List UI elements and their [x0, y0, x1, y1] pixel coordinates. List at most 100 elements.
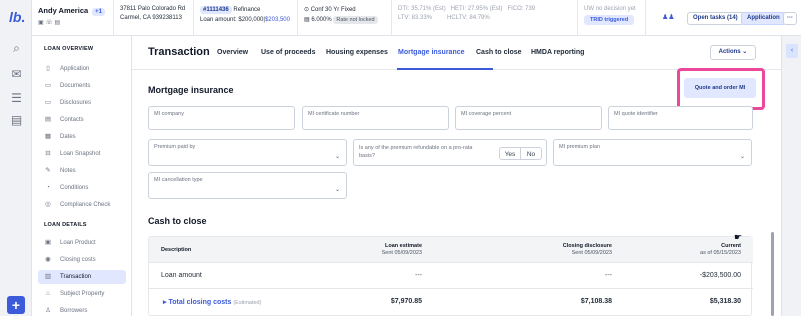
dti: DTI: 35.71% [398, 6, 432, 12]
sidebar-item-borrowers[interactable]: ♙ Borrowers [38, 304, 126, 316]
loan-id[interactable]: #1111436 [200, 6, 232, 14]
table-row: Loan amount --- --- -$203,500.00 [149, 263, 753, 289]
application-button[interactable]: Application [741, 12, 786, 25]
co-borrower-badge[interactable]: +1 [92, 8, 105, 16]
row-loan-estimate: $7,970.85 [390, 298, 422, 305]
expand-row-label[interactable]: ▸ Total closing costs (Estimated) [163, 298, 261, 306]
product-icon: ⊙ [304, 7, 311, 13]
list-icon[interactable]: ☰ [10, 92, 23, 105]
mi-cancellation-select[interactable]: MI cancellation type ⌄ [148, 172, 347, 199]
refundable-question-label: Is any of the premium refundable on a pr… [359, 145, 473, 159]
sidebar-item-contacts[interactable]: ▤ Contacts [38, 113, 126, 127]
sidebar-item-loan-product[interactable]: ▣ Loan Product [38, 236, 126, 250]
sidebar-item-icon: ▥ [44, 273, 52, 280]
loan-header: Andy America +1 ▣ ☏ ▤ 37811 Palo Colorado… [32, 0, 801, 36]
collapse-panel-icon[interactable]: ‹ [786, 44, 798, 58]
row-note: (Estimated) [233, 300, 262, 306]
sidebar-item-documents[interactable]: ▭ Documents [38, 79, 126, 93]
tab-housing-expenses[interactable]: Housing expenses [326, 49, 388, 56]
sidebar-item-icon: ⊟ [45, 150, 51, 157]
tab-mortgage-insurance[interactable]: Mortgage insurance [398, 49, 465, 56]
mortgage-insurance-title: Mortgage insurance [148, 85, 234, 95]
document-icon[interactable]: ▤ [10, 114, 23, 127]
tab-overview[interactable]: Overview [217, 49, 248, 56]
open-tasks-button[interactable]: Open tasks (14) [687, 12, 744, 25]
mi-certificate-label: MI certificate number [308, 111, 360, 117]
transaction-tabs: Transaction Overview Use of proceeds Hou… [132, 36, 781, 70]
sidebar-item-compliance-check[interactable]: ◎ Compliance Check [38, 198, 126, 212]
sidebar-item-dates[interactable]: ▦ Dates [38, 130, 126, 144]
fico: FICO: 739 [507, 6, 536, 12]
sidebar-item-disclosures[interactable]: ▭ Disclosures [38, 96, 126, 110]
sidebar-item-conditions[interactable]: ◔ Conditions [38, 181, 126, 195]
sidebar-item-label: Compliance Check [60, 202, 111, 208]
inbox-icon[interactable]: ✉ [10, 68, 23, 81]
uw-status: UW no decision yet [584, 6, 636, 12]
borrower-name[interactable]: Andy America [38, 6, 88, 15]
loan-amount-link[interactable]: $203,500 [265, 17, 290, 23]
col-loan-estimate-label: Loan estimate [385, 243, 422, 249]
sidebar-item-subject-property[interactable]: ⌂ Subject Property [38, 287, 126, 301]
sidebar-item-label: Contacts [60, 117, 84, 123]
sidebar-item-icon: ▤ [44, 116, 52, 123]
trid-badge[interactable]: TRID triggered [584, 15, 635, 25]
tab-use-of-proceeds[interactable]: Use of proceeds [261, 49, 315, 56]
address-line2: Carmel, CA 939238113 [120, 15, 182, 21]
sidebar-item-notes[interactable]: ✎ Notes [38, 164, 126, 178]
premium-paid-by-select[interactable]: Premium paid by ⌄ [148, 139, 347, 166]
mi-cancellation-label: MI cancellation type [154, 177, 203, 183]
refundable-yes-button[interactable]: Yes [499, 147, 521, 160]
mi-premium-plan-select[interactable]: MI premium plan ⌄ [553, 139, 752, 166]
address-cell: 37811 Palo Colorado Rd Carmel, CA 939238… [114, 0, 194, 36]
col-loan-estimate-sub: Sent 05/09/2023 [381, 250, 422, 256]
col-closing-disclosure-sub: Sent 05/09/2023 [571, 250, 612, 256]
row-current: $5,318.30 [709, 298, 741, 305]
contact-icons[interactable]: ▣ ☏ ▤ [38, 19, 107, 26]
sidebar-item-closing-costs[interactable]: ◉ Closing costs [38, 253, 126, 267]
sidebar-item-icon: ⌂ [46, 290, 50, 297]
ratios-cell: DTI: 35.71% (Est) HETI: 27.95% (Est) FIC… [392, 0, 578, 36]
sidebar-item-label: Conditions [60, 185, 89, 191]
more-button[interactable]: ··· [783, 12, 797, 25]
sidebar-item-label: Application [60, 66, 90, 72]
col-closing-disclosure: Closing disclosure Sent 05/09/2023 [563, 243, 612, 256]
scrollbar[interactable] [771, 232, 774, 316]
sidebar-item-label: Notes [60, 168, 76, 174]
team-avatars-icon[interactable]: ♟♟ [662, 13, 675, 21]
chevron-down-icon: ⌄ [334, 154, 340, 160]
tab-hmda-reporting[interactable]: HMDA reporting [531, 49, 584, 56]
borrower-cell[interactable]: Andy America +1 ▣ ☏ ▤ [32, 0, 114, 36]
heti: HETI: 27.95% [450, 6, 489, 12]
cash-to-close-table: Description Loan estimate Sent 05/09/2023… [148, 236, 753, 316]
premium-paid-by-label: Premium paid by [154, 144, 196, 150]
sidebar-item-loan-snapshot[interactable]: ⊟ Loan Snapshot [38, 147, 126, 161]
sidebar-item-icon: ◔ [46, 184, 50, 191]
sidebar-item-application[interactable]: ▯ Application [38, 62, 126, 76]
search-icon[interactable]: ⌕ [10, 42, 23, 55]
refundable-no-button[interactable]: No [520, 147, 542, 160]
mi-coverage-field[interactable]: MI coverage percent [455, 106, 602, 130]
actions-button[interactable]: Actions ⌄ [710, 45, 756, 60]
mi-quote-id-label: MI quote identifier [614, 111, 658, 117]
sidebar-item-icon: ▭ [44, 82, 52, 89]
table-row[interactable]: ▸ Total closing costs (Estimated) $7,970… [149, 289, 753, 315]
add-button[interactable]: + [7, 296, 25, 314]
cash-to-close-title: Cash to close [148, 216, 207, 226]
sidebar-item-icon: ✎ [45, 167, 51, 174]
tab-cash-to-close[interactable]: Cash to close [476, 49, 522, 56]
address-line1: 37811 Palo Colorado Rd [120, 6, 186, 12]
mi-certificate-field[interactable]: MI certificate number [302, 106, 449, 130]
loan-details-heading: LOAN DETAILS [44, 222, 87, 228]
mi-company-field[interactable]: MI company [148, 106, 295, 130]
lock-status: Rate not locked [333, 16, 378, 24]
sidebar-item-icon: ▯ [46, 65, 50, 72]
sidebar-item-transaction[interactable]: ▥ Transaction [38, 270, 126, 284]
sidebar-item-label: Disclosures [60, 100, 92, 106]
page-title: Transaction [148, 46, 210, 58]
sidebar-item-label: Borrowers [60, 308, 88, 314]
chevron-down-icon: ⌄ [334, 187, 340, 193]
quote-and-order-mi-button[interactable]: Quote and order MI [684, 78, 756, 98]
ltv: LTV: 83.33% [398, 15, 433, 21]
product-cell: ⊙ Conf 30 Yr Fixed ▤ 6.000% Rate not loc… [298, 0, 392, 36]
mi-quote-id-field[interactable]: MI quote identifier [608, 106, 753, 130]
